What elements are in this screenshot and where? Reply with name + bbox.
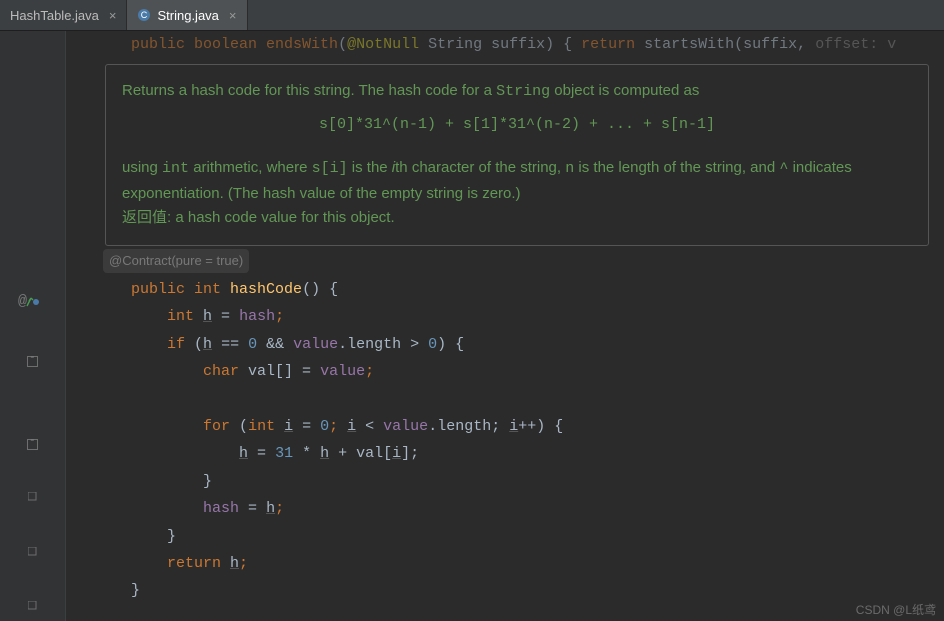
code-line: @Contract(pure = true) public int hashCo… [95, 248, 944, 605]
svg-text:C: C [141, 10, 148, 20]
fold-icon[interactable] [0, 439, 65, 450]
javadoc-formula: s[0]*31^(n-1) + s[1]*31^(n-2) + ... + s[… [122, 113, 912, 138]
fold-end-icon[interactable] [0, 492, 65, 501]
tab-string[interactable]: C String.java × [127, 0, 247, 30]
code-line: public boolean endsWith(@NotNull String … [95, 31, 944, 58]
javadoc-line: Returns a hash code for this string. The… [122, 79, 912, 105]
tab-hashtable[interactable]: HashTable.java × [0, 0, 127, 30]
javadoc-line: using int arithmetic, where s[i] is the … [122, 156, 912, 207]
gutter: @ [0, 31, 66, 621]
implements-icon[interactable] [0, 296, 65, 308]
close-icon[interactable]: × [229, 8, 237, 23]
at-marker: @ [18, 293, 27, 310]
fold-end-icon[interactable] [0, 601, 65, 610]
javadoc-block: Returns a hash code for this string. The… [105, 64, 929, 246]
javadoc-return: 返回值: a hash code value for this object. [122, 206, 912, 231]
class-icon: C [137, 8, 151, 22]
file-label: HashTable.java [10, 8, 99, 23]
code-area[interactable]: public boolean endsWith(@NotNull String … [65, 31, 944, 605]
file-label: String.java [157, 8, 218, 23]
fold-end-icon[interactable] [0, 547, 65, 556]
tab-bar: HashTable.java × C String.java × [0, 0, 944, 31]
close-icon[interactable]: × [109, 8, 117, 23]
fold-icon[interactable] [0, 356, 65, 367]
watermark: CSDN @L纸鸢 [856, 601, 936, 618]
editor[interactable]: @ public boolean endsWith(@NotNull Strin… [0, 31, 944, 621]
contract-inlay: @Contract(pure = true) [103, 249, 249, 273]
